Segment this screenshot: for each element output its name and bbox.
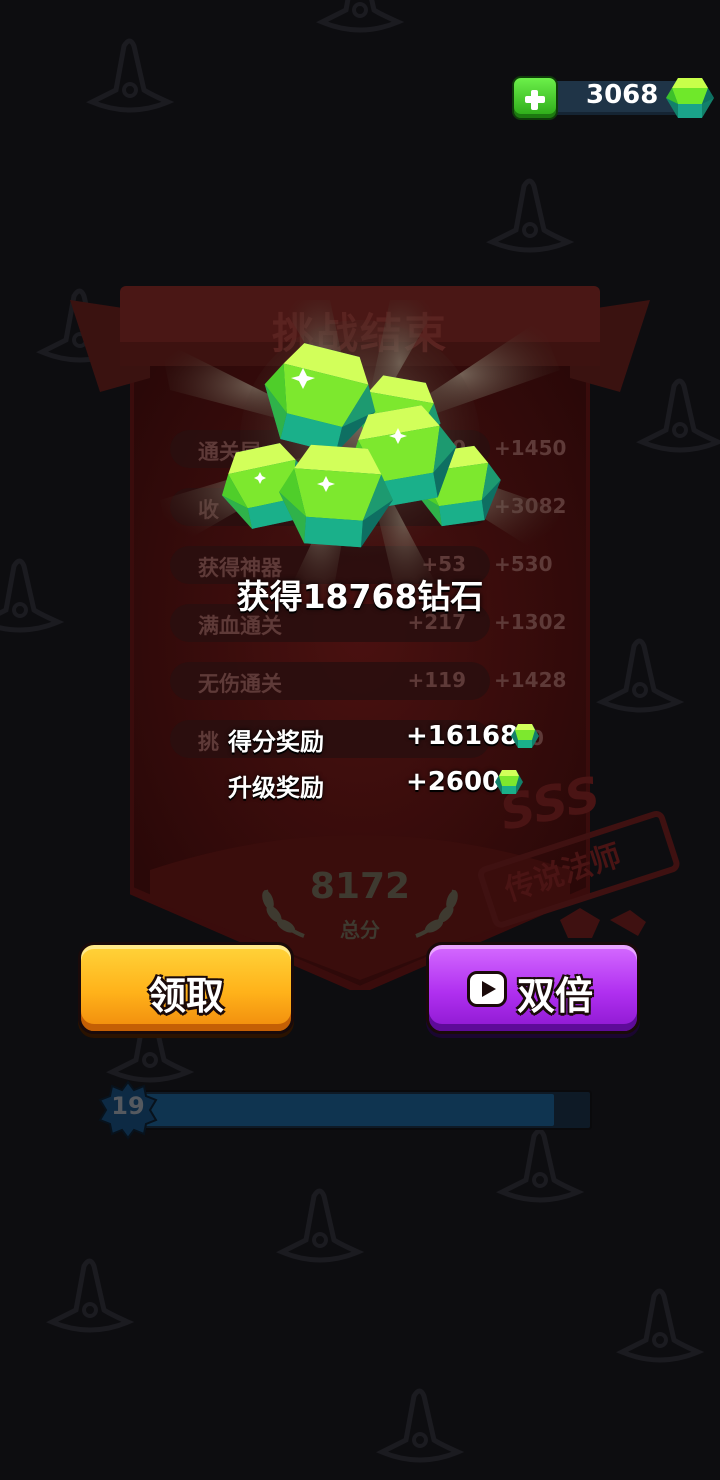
row-score: +1428 xyxy=(494,668,567,692)
row-label: 无伤通关 xyxy=(198,672,282,696)
score-bonus-value: +16168 xyxy=(406,721,519,751)
add-currency-button[interactable] xyxy=(512,76,558,120)
row-label: 挑 xyxy=(198,730,219,754)
level-progress-bar xyxy=(140,1090,592,1130)
gem-pile-icon xyxy=(213,336,506,550)
level-number: 19 xyxy=(111,1092,145,1120)
currency-bar: 3068 xyxy=(512,76,714,120)
score-bonus-label: 得分奖励 xyxy=(228,728,324,756)
gem-icon xyxy=(511,724,539,748)
reward-title: 获得18768钻石 xyxy=(236,577,484,616)
double-reward-button[interactable]: 双倍 xyxy=(426,942,640,1034)
level-bonus-value: +2600 xyxy=(406,767,501,797)
total-score-label: 总分 xyxy=(340,918,380,942)
level-progress-fill xyxy=(142,1094,554,1126)
video-play-icon xyxy=(467,971,507,1007)
gem-icon xyxy=(666,78,714,118)
claim-button-label: 领取 xyxy=(147,974,224,1018)
total-score: 8172 xyxy=(309,866,411,907)
gem-icon xyxy=(495,770,523,794)
double-button-label: 双倍 xyxy=(517,974,594,1018)
row-score: 0 xyxy=(530,726,610,750)
row-value: +119 xyxy=(407,668,466,692)
level-bonus-label: 升级奖励 xyxy=(228,774,324,802)
gem-balance: 3068 xyxy=(586,80,659,110)
claim-button[interactable]: 领取 xyxy=(78,942,294,1034)
